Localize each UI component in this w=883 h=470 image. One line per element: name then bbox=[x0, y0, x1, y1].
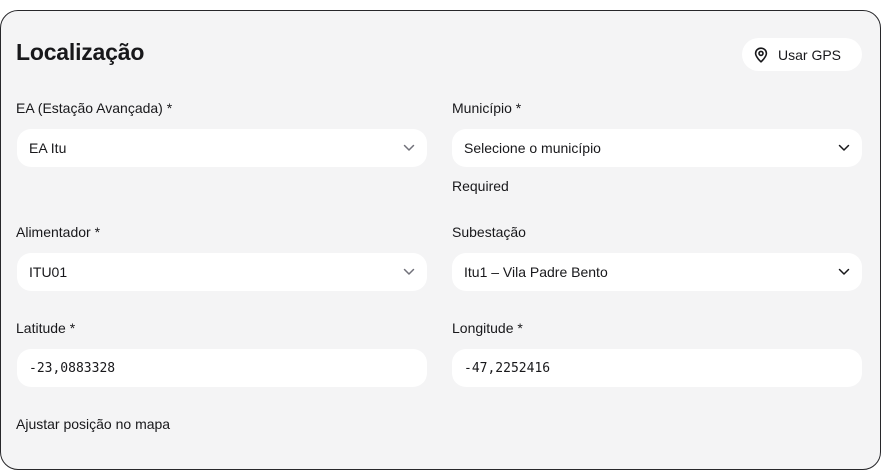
alimentador-label: Alimentador * bbox=[16, 224, 101, 240]
use-gps-label: Usar GPS bbox=[778, 46, 842, 63]
subestacao-select[interactable]: Itu1 – Vila Padre Bento bbox=[452, 253, 862, 291]
longitude-label: Longitude * bbox=[452, 320, 523, 336]
municipio-select-value: Selecione o município bbox=[464, 140, 601, 156]
ea-label: EA (Estação Avançada) * bbox=[16, 100, 173, 116]
latitude-input-value: -23,0883328 bbox=[29, 360, 116, 376]
subestacao-select-value: Itu1 – Vila Padre Bento bbox=[464, 264, 608, 280]
alimentador-select-value: ITU01 bbox=[29, 264, 68, 280]
location-card: Localização Usar GPS EA (Estação Avançad… bbox=[0, 10, 881, 470]
municipio-select[interactable]: Selecione o município bbox=[452, 129, 862, 167]
alimentador-select[interactable]: ITU01 bbox=[17, 253, 427, 291]
longitude-input[interactable]: -47,2252416 bbox=[452, 349, 862, 387]
chevron-down-icon bbox=[403, 144, 415, 152]
ea-select[interactable]: EA Itu bbox=[17, 129, 427, 167]
municipio-required-hint: Required bbox=[452, 178, 509, 194]
ea-select-value: EA Itu bbox=[29, 140, 67, 156]
latitude-label: Latitude * bbox=[16, 320, 76, 336]
latitude-input[interactable]: -23,0883328 bbox=[17, 349, 427, 387]
map-pin-icon bbox=[754, 46, 768, 63]
longitude-input-value: -47,2252416 bbox=[464, 360, 551, 376]
section-title: Localização bbox=[16, 39, 145, 65]
map-adjust-label: Ajustar posição no mapa bbox=[16, 416, 171, 432]
use-gps-button[interactable]: Usar GPS bbox=[742, 38, 862, 71]
subestacao-label: Subestação bbox=[452, 224, 526, 240]
chevron-down-icon bbox=[838, 268, 850, 276]
chevron-down-icon bbox=[838, 144, 850, 152]
municipio-label: Município * bbox=[452, 100, 522, 116]
chevron-down-icon bbox=[403, 268, 415, 276]
